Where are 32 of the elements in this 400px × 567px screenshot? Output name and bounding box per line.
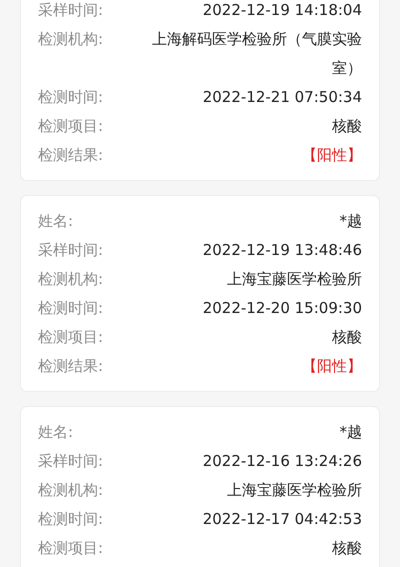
field-value: 2022-12-21 07:50:34 xyxy=(202,87,362,108)
field-label: 姓名: xyxy=(38,422,74,443)
field-label: 检测结果: xyxy=(38,145,104,166)
field-value: 核酸 xyxy=(332,116,362,137)
field-value: 上海解码医学检验所（气膜实验室） xyxy=(151,29,362,79)
field-label: 检测结果: xyxy=(38,356,104,377)
field-value: 2022-12-19 14:18:04 xyxy=(202,0,362,21)
field-label: 检测项目: xyxy=(38,327,104,348)
field-value: 上海宝藤医学检验所 xyxy=(227,269,362,290)
field-label: 采样时间: xyxy=(38,240,104,261)
field-label: 检测机构: xyxy=(38,269,104,290)
field-value: *越 xyxy=(340,211,362,232)
field-value: 2022-12-19 13:48:46 xyxy=(202,240,362,261)
field-label: 姓名: xyxy=(38,211,74,232)
field-value: *越 xyxy=(340,422,362,443)
field-value: 核酸 xyxy=(332,327,362,348)
field-value: 核酸 xyxy=(332,538,362,559)
field-label: 检测机构: xyxy=(38,29,104,50)
field-value: 上海宝藤医学检验所 xyxy=(227,480,362,501)
field-label: 检测时间: xyxy=(38,509,104,530)
field-label: 采样时间: xyxy=(38,451,104,472)
field-label: 采样时间: xyxy=(38,0,104,21)
field-value: 2022-12-17 04:42:53 xyxy=(202,509,362,530)
result-value: 【阳性】 xyxy=(302,145,362,166)
field-label: 检测项目: xyxy=(38,116,104,137)
field-value: 2022-12-20 15:09:30 xyxy=(202,298,362,319)
field-value: 2022-12-16 13:24:26 xyxy=(202,451,362,472)
field-label: 检测项目: xyxy=(38,538,104,559)
field-label: 检测时间: xyxy=(38,298,104,319)
field-label: 检测时间: xyxy=(38,87,104,108)
result-value: 【阳性】 xyxy=(302,356,362,377)
field-label: 检测机构: xyxy=(38,480,104,501)
